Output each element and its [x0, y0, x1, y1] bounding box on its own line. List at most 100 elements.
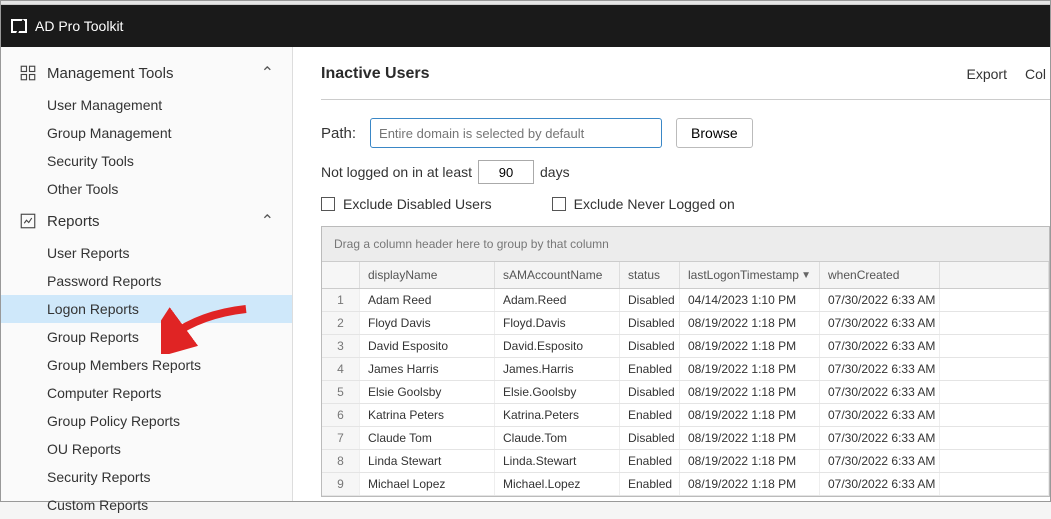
- cell-lastlogon: 08/19/2022 1:18 PM: [680, 312, 820, 334]
- table-row[interactable]: 1Adam ReedAdam.ReedDisabled04/14/2023 1:…: [322, 289, 1049, 312]
- cell-status: Enabled: [620, 358, 680, 380]
- grid-header-rownum[interactable]: [322, 262, 360, 288]
- sidebar: Management Tools ⌃ User Management Group…: [1, 47, 293, 501]
- grid-group-bar[interactable]: Drag a column header here to group by th…: [322, 227, 1049, 262]
- cell-whencreated: 07/30/2022 6:33 AM: [820, 473, 940, 495]
- nav-item-computer-reports[interactable]: Computer Reports: [1, 379, 292, 407]
- exclude-never-checkbox[interactable]: Exclude Never Logged on: [552, 196, 735, 212]
- cell-whencreated: 07/30/2022 6:33 AM: [820, 289, 940, 311]
- nav-item-custom-reports[interactable]: Custom Reports: [1, 491, 292, 519]
- exclude-disabled-checkbox[interactable]: Exclude Disabled Users: [321, 196, 492, 212]
- nav-item-label: Group Reports: [47, 329, 139, 345]
- cell-whencreated: 07/30/2022 6:33 AM: [820, 335, 940, 357]
- nav-item-security-tools[interactable]: Security Tools: [1, 147, 292, 175]
- nav-item-password-reports[interactable]: Password Reports: [1, 267, 292, 295]
- days-input[interactable]: [478, 160, 534, 184]
- cell-sam: Claude.Tom: [495, 427, 620, 449]
- row-number: 1: [322, 289, 360, 311]
- nav-item-label: Other Tools: [47, 181, 118, 197]
- cell-lastlogon: 08/19/2022 1:18 PM: [680, 473, 820, 495]
- nav-item-label: Security Reports: [47, 469, 150, 485]
- grid-header-label: lastLogonTimestamp: [688, 268, 799, 282]
- nav-item-other-tools[interactable]: Other Tools: [1, 175, 292, 203]
- path-label: Path:: [321, 125, 356, 142]
- cell-extra: [940, 381, 1049, 403]
- cell-extra: [940, 335, 1049, 357]
- cell-whencreated: 07/30/2022 6:33 AM: [820, 358, 940, 380]
- cell-displayname: James Harris: [360, 358, 495, 380]
- table-row[interactable]: 8Linda StewartLinda.StewartEnabled08/19/…: [322, 450, 1049, 473]
- cell-displayname: Elsie Goolsby: [360, 381, 495, 403]
- nav-item-label: OU Reports: [47, 441, 121, 457]
- cell-extra: [940, 404, 1049, 426]
- nav-item-group-management[interactable]: Group Management: [1, 119, 292, 147]
- grid-header-whencreated[interactable]: whenCreated: [820, 262, 940, 288]
- row-number: 5: [322, 381, 360, 403]
- cell-whencreated: 07/30/2022 6:33 AM: [820, 450, 940, 472]
- app-logo-icon: [11, 19, 27, 33]
- nav-item-user-reports[interactable]: User Reports: [1, 239, 292, 267]
- table-row[interactable]: 9Michael LopezMichael.LopezEnabled08/19/…: [322, 473, 1049, 496]
- grid-header-status[interactable]: status: [620, 262, 680, 288]
- nav-item-label: Group Policy Reports: [47, 413, 180, 429]
- nav-item-label: Security Tools: [47, 153, 134, 169]
- grid-header-samaccountname[interactable]: sAMAccountName: [495, 262, 620, 288]
- grid-header-extra[interactable]: [940, 262, 1049, 288]
- nav-group-management-tools[interactable]: Management Tools ⌃: [1, 55, 292, 91]
- row-number: 4: [322, 358, 360, 380]
- nav-item-group-policy-reports[interactable]: Group Policy Reports: [1, 407, 292, 435]
- cell-sam: Linda.Stewart: [495, 450, 620, 472]
- chevron-up-icon: ⌃: [261, 63, 274, 83]
- grid-header-lastlogon[interactable]: lastLogonTimestamp▼: [680, 262, 820, 288]
- grid-header-displayname[interactable]: displayName: [360, 262, 495, 288]
- nav-group-reports[interactable]: Reports ⌃: [1, 203, 292, 239]
- row-number: 9: [322, 473, 360, 495]
- row-number: 2: [322, 312, 360, 334]
- nav-item-security-reports[interactable]: Security Reports: [1, 463, 292, 491]
- row-number: 3: [322, 335, 360, 357]
- cell-sam: Adam.Reed: [495, 289, 620, 311]
- columns-button[interactable]: Col: [1025, 66, 1046, 82]
- main-content: Inactive Users Export Col Path: Browse N…: [293, 47, 1050, 501]
- cell-status: Disabled: [620, 381, 680, 403]
- app-title: AD Pro Toolkit: [35, 18, 123, 34]
- nav-item-group-reports[interactable]: Group Reports: [1, 323, 292, 351]
- days-suffix-label: days: [540, 164, 570, 180]
- browse-button[interactable]: Browse: [676, 118, 753, 148]
- checkbox-label: Exclude Disabled Users: [343, 196, 492, 212]
- nav-item-label: User Management: [47, 97, 162, 113]
- table-row[interactable]: 4James HarrisJames.HarrisEnabled08/19/20…: [322, 358, 1049, 381]
- cell-sam: David.Esposito: [495, 335, 620, 357]
- cell-extra: [940, 358, 1049, 380]
- row-number: 8: [322, 450, 360, 472]
- cell-sam: James.Harris: [495, 358, 620, 380]
- nav-item-ou-reports[interactable]: OU Reports: [1, 435, 292, 463]
- cell-lastlogon: 08/19/2022 1:18 PM: [680, 381, 820, 403]
- table-row[interactable]: 6Katrina PetersKatrina.PetersEnabled08/1…: [322, 404, 1049, 427]
- cell-status: Enabled: [620, 473, 680, 495]
- cell-sam: Katrina.Peters: [495, 404, 620, 426]
- cell-lastlogon: 08/19/2022 1:18 PM: [680, 427, 820, 449]
- row-number: 6: [322, 404, 360, 426]
- results-grid: Drag a column header here to group by th…: [321, 226, 1050, 497]
- cell-status: Disabled: [620, 427, 680, 449]
- cell-displayname: Michael Lopez: [360, 473, 495, 495]
- cell-status: Enabled: [620, 450, 680, 472]
- nav-item-logon-reports[interactable]: Logon Reports: [1, 295, 292, 323]
- nav-group-label: Reports: [47, 213, 100, 230]
- nav-item-label: Computer Reports: [47, 385, 161, 401]
- nav-item-group-members-reports[interactable]: Group Members Reports: [1, 351, 292, 379]
- cell-displayname: Linda Stewart: [360, 450, 495, 472]
- path-input[interactable]: [370, 118, 662, 148]
- nav-item-user-management[interactable]: User Management: [1, 91, 292, 119]
- cell-sam: Elsie.Goolsby: [495, 381, 620, 403]
- table-row[interactable]: 7Claude TomClaude.TomDisabled08/19/2022 …: [322, 427, 1049, 450]
- table-row[interactable]: 2Floyd DavisFloyd.DavisDisabled08/19/202…: [322, 312, 1049, 335]
- cell-extra: [940, 473, 1049, 495]
- table-row[interactable]: 3David EspositoDavid.EspositoDisabled08/…: [322, 335, 1049, 358]
- export-button[interactable]: Export: [967, 66, 1007, 82]
- cell-whencreated: 07/30/2022 6:33 AM: [820, 312, 940, 334]
- table-row[interactable]: 5Elsie GoolsbyElsie.GoolsbyDisabled08/19…: [322, 381, 1049, 404]
- cell-whencreated: 07/30/2022 6:33 AM: [820, 427, 940, 449]
- nav-item-label: Password Reports: [47, 273, 161, 289]
